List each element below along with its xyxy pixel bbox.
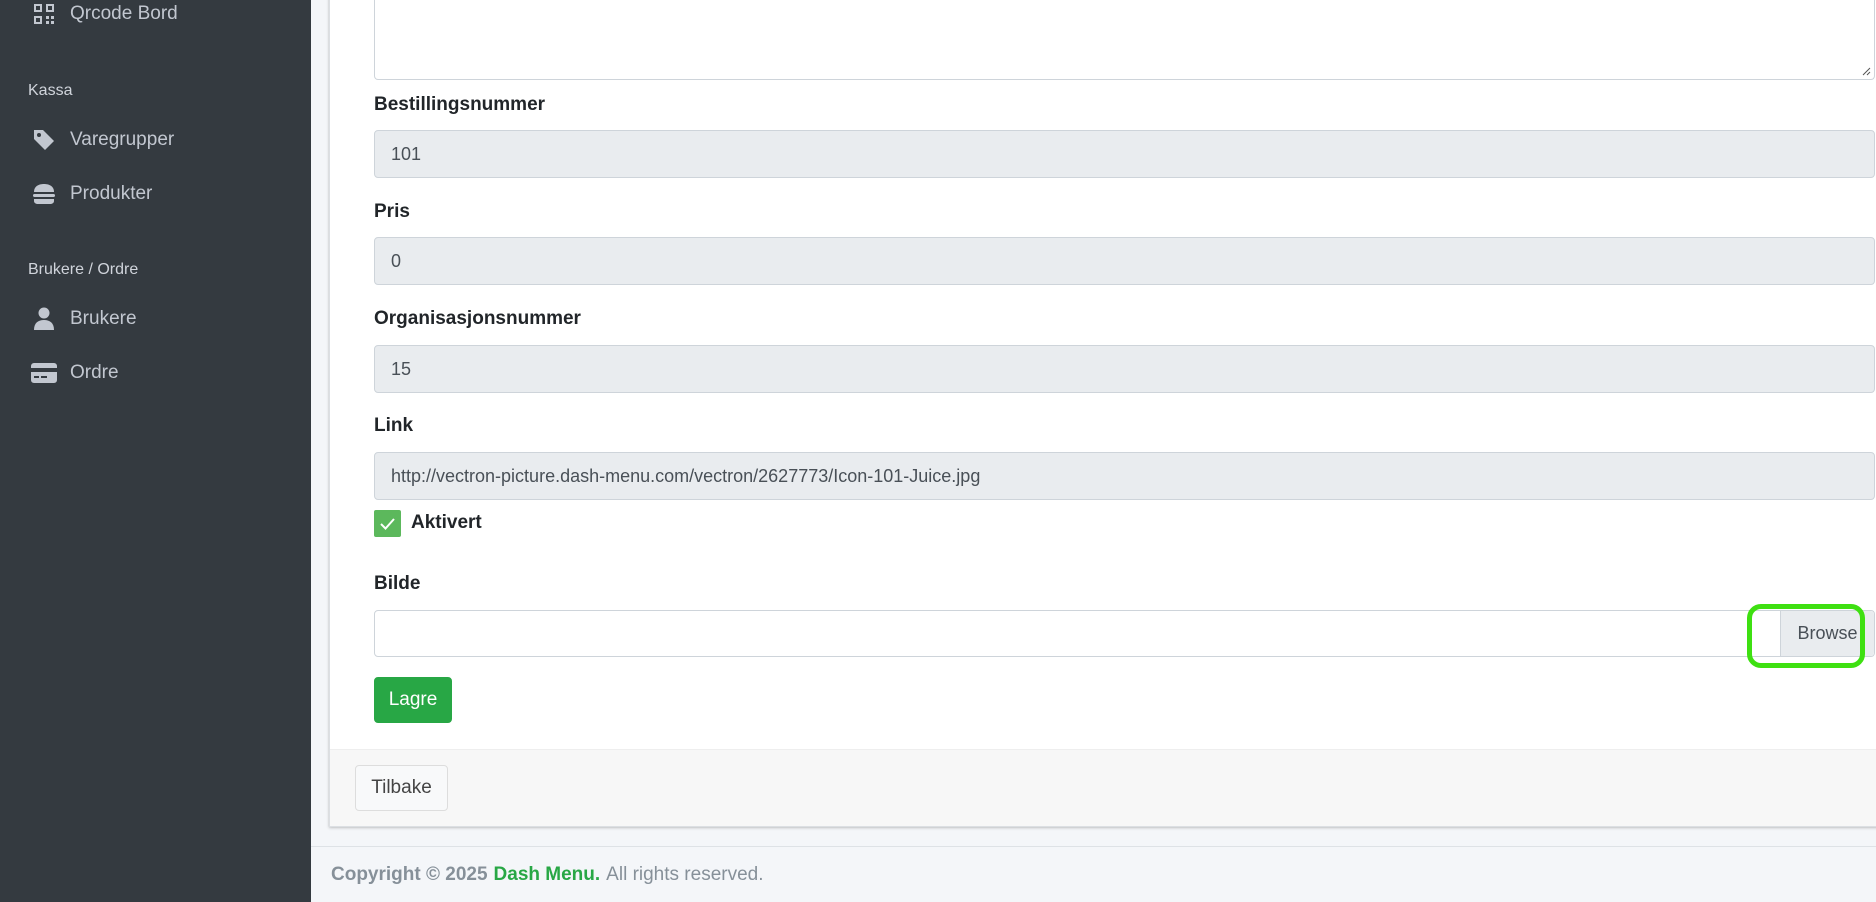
card-footer: Tilbake: [330, 749, 1876, 826]
org-number-field[interactable]: 15: [374, 345, 1875, 393]
order-number-value: 101: [391, 143, 422, 164]
sidebar-item-varegrupper[interactable]: Varegrupper: [30, 120, 174, 160]
product-form-card: Bestillingsnummer 101 Pris 0 Organisasjo…: [329, 0, 1876, 827]
sidebar-item-label: Produkter: [70, 183, 153, 204]
resize-grip-icon[interactable]: [1861, 66, 1871, 76]
browse-button[interactable]: Browse: [1780, 611, 1874, 656]
link-field[interactable]: http://vectron-picture.dash-menu.com/vec…: [374, 452, 1875, 500]
link-value: http://vectron-picture.dash-menu.com/vec…: [391, 465, 981, 486]
user-icon: [30, 305, 58, 333]
sidebar-item-qrcode-bord[interactable]: Qrcode Bord: [30, 0, 178, 34]
image-file-input[interactable]: Browse: [374, 610, 1875, 657]
org-number-label: Organisasjonsnummer: [374, 308, 581, 329]
main-content: Bestillingsnummer 101 Pris 0 Organisasjo…: [311, 0, 1876, 902]
hamburger-icon: [30, 180, 58, 208]
qrcode-icon: [30, 0, 58, 28]
activated-label[interactable]: Aktivert: [411, 512, 482, 534]
sidebar: Qrcode Bord Kassa Varegrupper Produkter …: [0, 0, 311, 902]
image-label: Bilde: [374, 573, 421, 594]
price-label: Pris: [374, 201, 410, 222]
tag-icon: [30, 126, 58, 154]
nav-header-brukere-ordre: Brukere / Ordre: [28, 261, 139, 278]
rights-text: All rights reserved.: [606, 863, 764, 885]
price-value: 0: [391, 250, 402, 271]
price-field[interactable]: 0: [374, 237, 1875, 285]
description-textarea[interactable]: [374, 0, 1875, 80]
sidebar-item-brukere[interactable]: Brukere: [30, 299, 137, 339]
sidebar-item-produkter[interactable]: Produkter: [30, 174, 152, 214]
org-number-value: 15: [391, 358, 412, 379]
back-button[interactable]: Tilbake: [355, 765, 448, 811]
check-icon: [380, 517, 395, 530]
credit-card-icon: [30, 359, 58, 387]
page-footer: Copyright © 2025 Dash Menu. All rights r…: [311, 846, 1876, 902]
activated-checkbox[interactable]: [374, 510, 401, 537]
save-button[interactable]: Lagre: [374, 677, 452, 723]
order-number-field[interactable]: 101: [374, 130, 1875, 178]
nav-header-kassa: Kassa: [28, 82, 73, 99]
copyright-text: Copyright © 2025: [331, 863, 488, 885]
order-number-label: Bestillingsnummer: [374, 94, 546, 115]
brand-link[interactable]: Dash Menu.: [494, 864, 601, 886]
sidebar-item-label: Brukere: [70, 308, 137, 329]
sidebar-item-label: Qrcode Bord: [70, 3, 178, 24]
sidebar-item-label: Varegrupper: [70, 129, 175, 150]
link-label: Link: [374, 415, 414, 436]
sidebar-item-ordre[interactable]: Ordre: [30, 353, 119, 393]
sidebar-item-label: Ordre: [70, 362, 119, 383]
